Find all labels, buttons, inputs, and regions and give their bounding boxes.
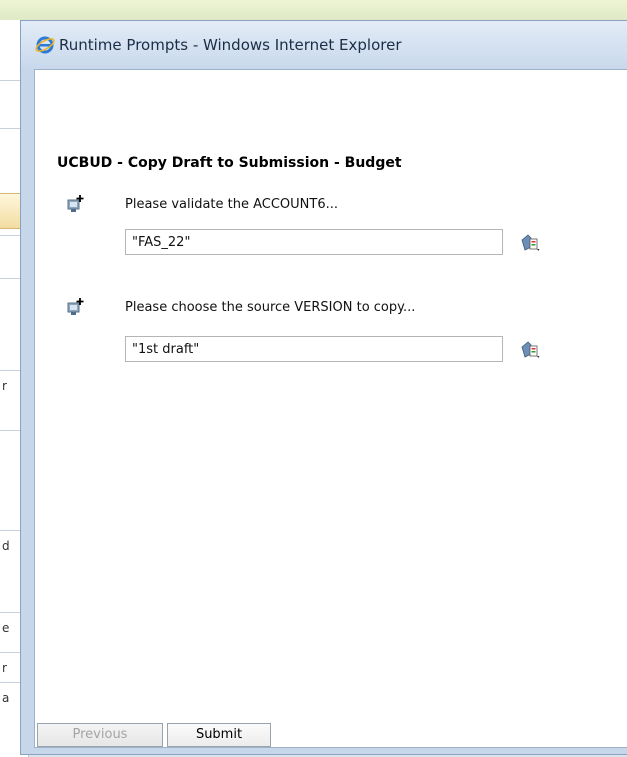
- member-selector-icon[interactable]: [519, 231, 543, 253]
- account-prompt-field[interactable]: [125, 229, 503, 255]
- prompt-label: Please choose the source VERSION to copy…: [125, 300, 416, 315]
- version-prompt-field[interactable]: [125, 336, 503, 362]
- member-selector-icon[interactable]: [519, 338, 543, 360]
- background-toolbar: [0, 0, 627, 21]
- form-heading: UCBUD - Copy Draft to Submission - Budge…: [57, 155, 402, 171]
- prompt-member-icon: [67, 298, 84, 315]
- runtime-prompts-window: Runtime Prompts - Windows Internet Explo…: [20, 20, 627, 755]
- submit-button[interactable]: Submit: [167, 723, 271, 747]
- prompt-member-icon: [67, 195, 84, 212]
- prompt-form: UCBUD - Copy Draft to Submission - Budge…: [34, 69, 627, 748]
- title-bar[interactable]: Runtime Prompts - Windows Internet Explo…: [21, 21, 627, 69]
- window-title: Runtime Prompts - Windows Internet Explo…: [59, 36, 402, 54]
- ie-logo-icon: [35, 36, 55, 54]
- previous-button[interactable]: Previous: [37, 723, 163, 747]
- prompt-label: Please validate the ACCOUNT6...: [125, 197, 339, 212]
